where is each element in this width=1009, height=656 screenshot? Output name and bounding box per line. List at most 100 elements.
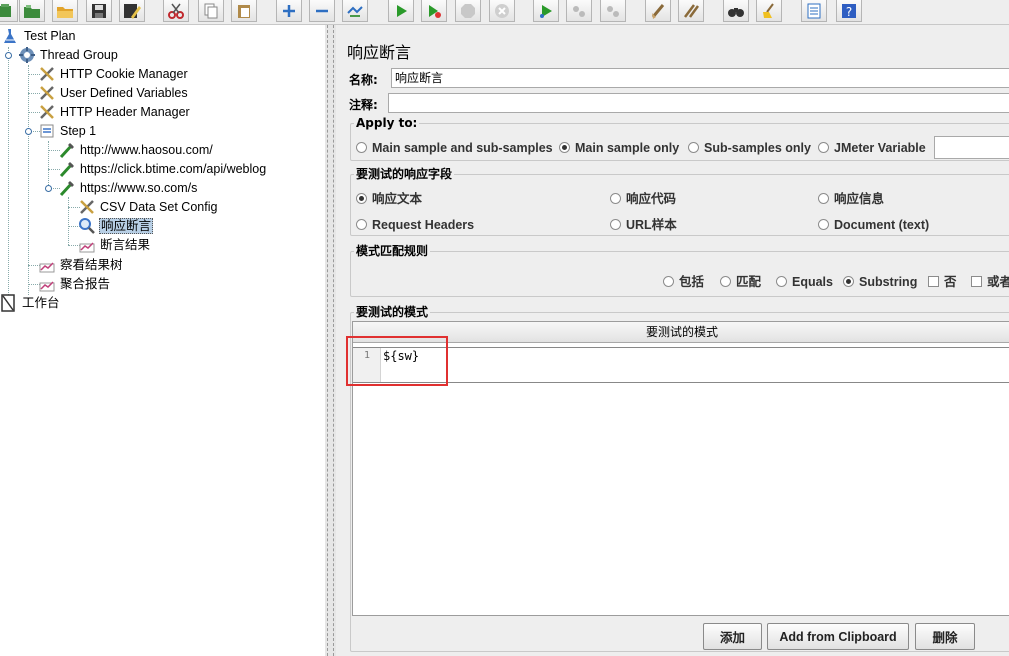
tree-node-test-plan[interactable]: Test Plan: [2, 27, 76, 45]
apply-to-group: Apply to: Main sample and sub-samples Ma…: [350, 115, 1009, 161]
field-response-text-radio[interactable]: 响应文本: [356, 191, 422, 207]
rule-equals-radio[interactable]: Equals: [776, 274, 833, 290]
panel-title: 响应断言: [347, 43, 412, 62]
pattern-row-editor[interactable]: 1 ${sw}: [353, 347, 1009, 383]
cut-icon[interactable]: [163, 0, 189, 22]
broom-icon[interactable]: [756, 0, 782, 22]
test-plan-tree: Test Plan Thread Group HTTP Cookie Manag…: [0, 25, 325, 656]
templates-icon[interactable]: [0, 0, 18, 22]
checkbox-box: [928, 276, 939, 287]
comment-input[interactable]: [388, 93, 1009, 113]
toggle-icon[interactable]: [342, 0, 368, 22]
http-sampler-icon: [58, 141, 76, 159]
add-button[interactable]: 添加: [703, 623, 762, 650]
tree-node-sampler-haosou[interactable]: http://www.haosou.com/: [58, 141, 214, 159]
apply-main-and-sub-radio[interactable]: Main sample and sub-samples: [356, 140, 553, 156]
comment-label: 注释:: [349, 98, 378, 112]
name-input[interactable]: 响应断言: [391, 68, 1009, 88]
copy-icon[interactable]: [198, 0, 224, 22]
listener-graph-icon: [78, 236, 96, 254]
apply-jmeter-variable-radio[interactable]: JMeter Variable: [818, 140, 926, 156]
tree-node-workbench[interactable]: 工作台: [0, 294, 61, 312]
stop-icon[interactable]: [455, 0, 481, 22]
name-label: 名称:: [349, 73, 378, 87]
minus-icon[interactable]: [309, 0, 335, 22]
apply-main-only-radio[interactable]: Main sample only: [559, 140, 679, 156]
rule-not-checkbox[interactable]: 否: [928, 274, 957, 290]
clear-icon[interactable]: [645, 0, 671, 22]
config-wrench-icon: [78, 198, 96, 216]
field-url-sample-radio[interactable]: URL样本: [610, 217, 677, 233]
split-pane-divider[interactable]: [325, 25, 336, 656]
clear-all-icon[interactable]: [678, 0, 704, 22]
expand-knob[interactable]: [25, 128, 32, 135]
tree-node-assertion-results[interactable]: 断言结果: [78, 236, 151, 254]
response-assertion-icon: [78, 217, 96, 235]
field-document-text-radio[interactable]: Document (text): [818, 217, 929, 233]
help-icon[interactable]: ?: [836, 0, 862, 22]
shutdown-icon[interactable]: [489, 0, 515, 22]
field-response-message-radio[interactable]: 响应信息: [818, 191, 884, 207]
tree-node-aggregate-report[interactable]: 聚合报告: [38, 275, 111, 293]
delete-button[interactable]: 删除: [915, 623, 975, 650]
config-wrench-icon: [38, 84, 56, 102]
patterns-column-header: 要测试的模式: [353, 322, 1009, 343]
plus-icon[interactable]: [276, 0, 302, 22]
thread-group-icon: [18, 46, 36, 64]
open-icon[interactable]: [52, 0, 78, 22]
transaction-controller-icon: [38, 122, 56, 140]
remote-shutdown-icon[interactable]: [600, 0, 626, 22]
apply-to-title: Apply to:: [354, 115, 420, 131]
radio-dot: [818, 142, 829, 153]
radio-dot: [559, 142, 570, 153]
remote-start-icon[interactable]: [533, 0, 559, 22]
remote-stop-icon[interactable]: [566, 0, 592, 22]
tree-node-user-defined-variables[interactable]: User Defined Variables: [38, 84, 189, 102]
test-plan-icon: [2, 27, 20, 45]
play-icon[interactable]: [388, 0, 414, 22]
function-list-icon[interactable]: [801, 0, 827, 22]
field-to-test-group: 要测试的响应字段 响应文本 响应代码 响应信息 Request Headers …: [350, 166, 1009, 236]
open-folder-icon[interactable]: [19, 0, 45, 22]
radio-dot: [818, 219, 829, 230]
radio-dot: [356, 219, 367, 230]
apply-sub-only-radio[interactable]: Sub-samples only: [688, 140, 811, 156]
binoculars-icon[interactable]: [723, 0, 749, 22]
toolbar: ?: [0, 0, 1009, 25]
paste-icon[interactable]: [231, 0, 257, 22]
rule-or-checkbox[interactable]: 或者: [971, 274, 1009, 290]
tree-node-thread-group[interactable]: Thread Group: [18, 46, 119, 64]
tree-node-step-1[interactable]: Step 1: [38, 122, 97, 140]
radio-dot: [688, 142, 699, 153]
rule-contains-radio[interactable]: 包括: [663, 274, 704, 290]
field-request-headers-radio[interactable]: Request Headers: [356, 217, 474, 233]
play-no-pause-icon[interactable]: [421, 0, 447, 22]
radio-dot: [610, 193, 621, 204]
listener-graph-icon: [38, 256, 56, 274]
http-sampler-icon: [58, 179, 76, 197]
save-icon[interactable]: [86, 0, 112, 22]
radio-dot: [818, 193, 829, 204]
rule-substring-radio[interactable]: Substring: [843, 274, 917, 290]
tree-node-csv-data-set-config[interactable]: CSV Data Set Config: [78, 198, 218, 216]
radio-dot: [663, 276, 674, 287]
tree-node-response-assertion[interactable]: 响应断言: [78, 217, 154, 235]
jmeter-variable-input[interactable]: [934, 136, 1009, 159]
rule-matches-radio[interactable]: 匹配: [720, 274, 761, 290]
field-to-test-title: 要测试的响应字段: [354, 166, 455, 182]
patterns-table: 要测试的模式 1 ${sw}: [352, 321, 1009, 616]
listener-graph-icon: [38, 275, 56, 293]
response-assertion-panel: 响应断言 名称: 响应断言 注释: Apply to: Main sample …: [336, 25, 1009, 656]
field-response-code-radio[interactable]: 响应代码: [610, 191, 676, 207]
radio-dot: [720, 276, 731, 287]
expand-knob[interactable]: [5, 52, 12, 59]
tree-node-http-cookie-manager[interactable]: HTTP Cookie Manager: [38, 65, 189, 83]
add-from-clipboard-button[interactable]: Add from Clipboard: [767, 623, 909, 650]
config-wrench-icon: [38, 65, 56, 83]
tree-node-sampler-so[interactable]: https://www.so.com/s: [58, 179, 198, 197]
tree-node-http-header-manager[interactable]: HTTP Header Manager: [38, 103, 191, 121]
tree-node-sampler-btime[interactable]: https://click.btime.com/api/weblog: [58, 160, 267, 178]
expand-knob[interactable]: [45, 185, 52, 192]
save-as-icon[interactable]: [119, 0, 145, 22]
tree-node-view-results-tree[interactable]: 察看结果树: [38, 256, 124, 274]
